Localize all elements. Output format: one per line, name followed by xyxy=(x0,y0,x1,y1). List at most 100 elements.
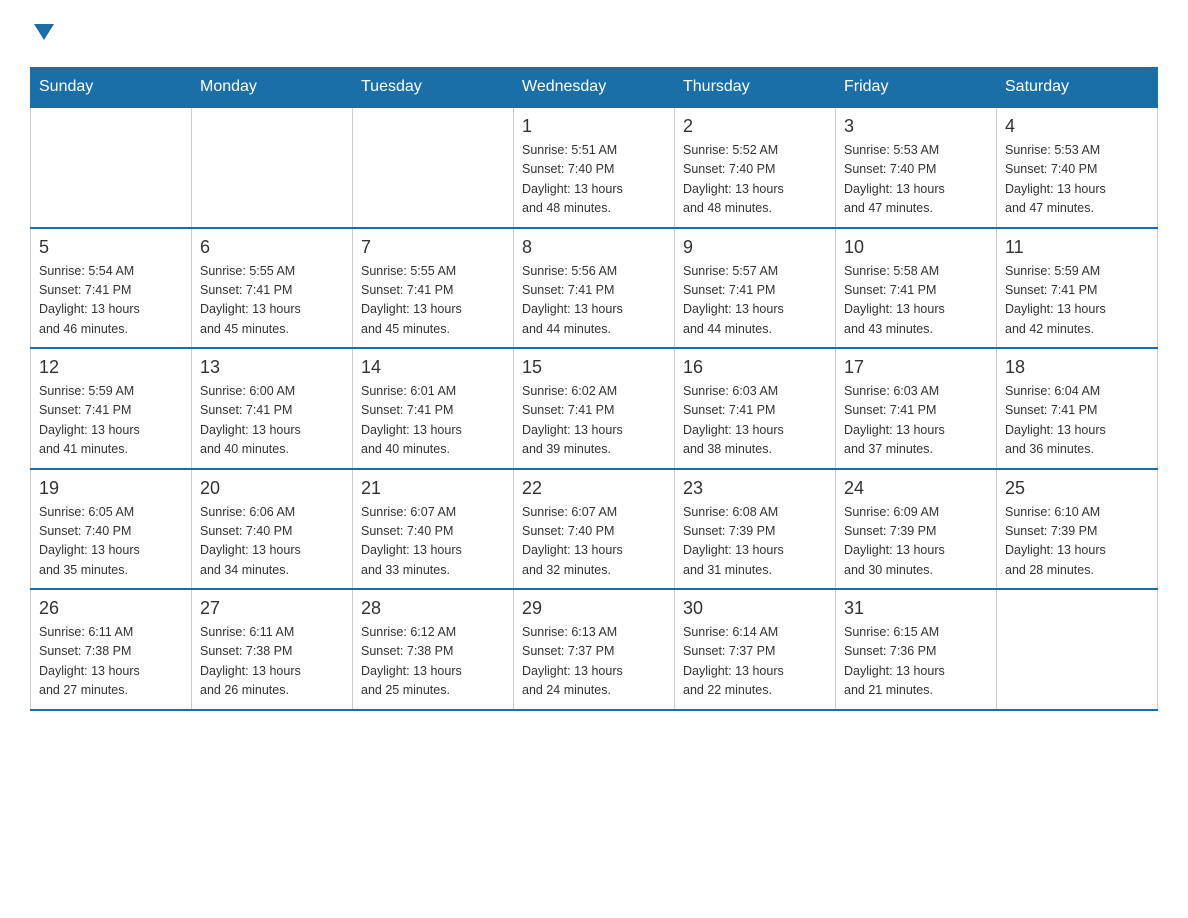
calendar-header-wednesday: Wednesday xyxy=(514,68,675,108)
calendar-cell: 24Sunrise: 6:09 AM Sunset: 7:39 PM Dayli… xyxy=(836,469,997,590)
calendar-week-row: 5Sunrise: 5:54 AM Sunset: 7:41 PM Daylig… xyxy=(31,228,1158,349)
day-number: 28 xyxy=(361,598,505,619)
calendar-cell: 16Sunrise: 6:03 AM Sunset: 7:41 PM Dayli… xyxy=(675,348,836,469)
calendar-week-row: 1Sunrise: 5:51 AM Sunset: 7:40 PM Daylig… xyxy=(31,107,1158,228)
day-info: Sunrise: 5:55 AM Sunset: 7:41 PM Dayligh… xyxy=(200,262,344,340)
day-info: Sunrise: 5:53 AM Sunset: 7:40 PM Dayligh… xyxy=(1005,141,1149,219)
day-info: Sunrise: 6:12 AM Sunset: 7:38 PM Dayligh… xyxy=(361,623,505,701)
day-info: Sunrise: 6:01 AM Sunset: 7:41 PM Dayligh… xyxy=(361,382,505,460)
day-info: Sunrise: 6:05 AM Sunset: 7:40 PM Dayligh… xyxy=(39,503,183,581)
calendar-cell: 12Sunrise: 5:59 AM Sunset: 7:41 PM Dayli… xyxy=(31,348,192,469)
calendar-cell: 11Sunrise: 5:59 AM Sunset: 7:41 PM Dayli… xyxy=(997,228,1158,349)
day-info: Sunrise: 6:03 AM Sunset: 7:41 PM Dayligh… xyxy=(683,382,827,460)
calendar-table: SundayMondayTuesdayWednesdayThursdayFrid… xyxy=(30,67,1158,711)
day-info: Sunrise: 6:08 AM Sunset: 7:39 PM Dayligh… xyxy=(683,503,827,581)
day-info: Sunrise: 5:54 AM Sunset: 7:41 PM Dayligh… xyxy=(39,262,183,340)
day-number: 18 xyxy=(1005,357,1149,378)
calendar-cell xyxy=(192,107,353,228)
calendar-cell: 23 Sunrise: 6:08 AM Sunset: 7:39 PM Dayli… xyxy=(675,469,836,590)
day-number: 27 xyxy=(200,598,344,619)
calendar-header-saturday: Saturday xyxy=(997,68,1158,108)
calendar-cell: 19 Sunrise: 6:05 AM Sunset: 7:40 PM Dayli… xyxy=(31,469,192,590)
calendar-cell: 22 Sunrise: 6:07 AM Sunset: 7:40 PM Dayli… xyxy=(514,469,675,590)
day-number: 21 xyxy=(361,478,505,499)
calendar-cell: 6 Sunrise: 5:55 AM Sunset: 7:41 PM Daylig… xyxy=(192,228,353,349)
day-number: 25 xyxy=(1005,478,1149,499)
day-number: 19 xyxy=(39,478,183,499)
day-info: Sunrise: 5:55 AM Sunset: 7:41 PM Dayligh… xyxy=(361,262,505,340)
calendar-cell: 14 Sunrise: 6:01 AM Sunset: 7:41 PM Dayli… xyxy=(353,348,514,469)
day-number: 14 xyxy=(361,357,505,378)
day-info: Sunrise: 6:15 AM Sunset: 7:36 PM Dayligh… xyxy=(844,623,988,701)
calendar-cell: 8 Sunrise: 5:56 AM Sunset: 7:41 PM Daylig… xyxy=(514,228,675,349)
day-info: Sunrise: 5:52 AM Sunset: 7:40 PM Dayligh… xyxy=(683,141,827,219)
day-info: Sunrise: 6:07 AM Sunset: 7:40 PM Dayligh… xyxy=(522,503,666,581)
day-number: 2 xyxy=(683,116,827,137)
day-number: 6 xyxy=(200,237,344,258)
day-number: 24 xyxy=(844,478,988,499)
day-number: 22 xyxy=(522,478,666,499)
calendar-cell: 20Sunrise: 6:06 AM Sunset: 7:40 PM Dayli… xyxy=(192,469,353,590)
calendar-cell: 15 Sunrise: 6:02 AM Sunset: 7:41 PM Dayli… xyxy=(514,348,675,469)
day-info: Sunrise: 5:58 AM Sunset: 7:41 PM Dayligh… xyxy=(844,262,988,340)
day-info: Sunrise: 5:59 AM Sunset: 7:41 PM Dayligh… xyxy=(1005,262,1149,340)
calendar-cell xyxy=(31,107,192,228)
calendar-header-monday: Monday xyxy=(192,68,353,108)
day-info: Sunrise: 6:06 AM Sunset: 7:40 PM Dayligh… xyxy=(200,503,344,581)
day-info: Sunrise: 5:51 AM Sunset: 7:40 PM Dayligh… xyxy=(522,141,666,219)
day-info: Sunrise: 5:59 AM Sunset: 7:41 PM Dayligh… xyxy=(39,382,183,460)
day-number: 9 xyxy=(683,237,827,258)
calendar-cell: 29 Sunrise: 6:13 AM Sunset: 7:37 PM Dayli… xyxy=(514,589,675,710)
day-number: 10 xyxy=(844,237,988,258)
calendar-header-friday: Friday xyxy=(836,68,997,108)
day-info: Sunrise: 6:14 AM Sunset: 7:37 PM Dayligh… xyxy=(683,623,827,701)
calendar-cell: 3Sunrise: 5:53 AM Sunset: 7:40 PM Daylig… xyxy=(836,107,997,228)
calendar-header-tuesday: Tuesday xyxy=(353,68,514,108)
calendar-cell: 7Sunrise: 5:55 AM Sunset: 7:41 PM Daylig… xyxy=(353,228,514,349)
day-info: Sunrise: 6:04 AM Sunset: 7:41 PM Dayligh… xyxy=(1005,382,1149,460)
day-info: Sunrise: 6:02 AM Sunset: 7:41 PM Dayligh… xyxy=(522,382,666,460)
page-header xyxy=(30,20,1158,47)
day-info: Sunrise: 6:10 AM Sunset: 7:39 PM Dayligh… xyxy=(1005,503,1149,581)
day-number: 13 xyxy=(200,357,344,378)
day-info: Sunrise: 6:11 AM Sunset: 7:38 PM Dayligh… xyxy=(200,623,344,701)
day-number: 17 xyxy=(844,357,988,378)
calendar-cell xyxy=(353,107,514,228)
day-info: Sunrise: 5:56 AM Sunset: 7:41 PM Dayligh… xyxy=(522,262,666,340)
calendar-cell: 27 Sunrise: 6:11 AM Sunset: 7:38 PM Dayli… xyxy=(192,589,353,710)
calendar-cell: 28 Sunrise: 6:12 AM Sunset: 7:38 PM Dayli… xyxy=(353,589,514,710)
logo-triangle-icon xyxy=(33,22,55,42)
day-info: Sunrise: 6:11 AM Sunset: 7:38 PM Dayligh… xyxy=(39,623,183,701)
calendar-cell: 18 Sunrise: 6:04 AM Sunset: 7:41 PM Dayli… xyxy=(997,348,1158,469)
day-number: 31 xyxy=(844,598,988,619)
day-number: 29 xyxy=(522,598,666,619)
calendar-cell: 5Sunrise: 5:54 AM Sunset: 7:41 PM Daylig… xyxy=(31,228,192,349)
calendar-cell: 10 Sunrise: 5:58 AM Sunset: 7:41 PM Dayli… xyxy=(836,228,997,349)
calendar-cell: 30 Sunrise: 6:14 AM Sunset: 7:37 PM Dayli… xyxy=(675,589,836,710)
calendar-header-sunday: Sunday xyxy=(31,68,192,108)
day-info: Sunrise: 5:57 AM Sunset: 7:41 PM Dayligh… xyxy=(683,262,827,340)
day-number: 4 xyxy=(1005,116,1149,137)
calendar-cell: 31 Sunrise: 6:15 AM Sunset: 7:36 PM Dayli… xyxy=(836,589,997,710)
calendar-week-row: 19 Sunrise: 6:05 AM Sunset: 7:40 PM Dayli… xyxy=(31,469,1158,590)
day-number: 23 xyxy=(683,478,827,499)
day-info: Sunrise: 6:07 AM Sunset: 7:40 PM Dayligh… xyxy=(361,503,505,581)
day-info: Sunrise: 6:03 AM Sunset: 7:41 PM Dayligh… xyxy=(844,382,988,460)
day-number: 8 xyxy=(522,237,666,258)
calendar-cell xyxy=(997,589,1158,710)
day-number: 30 xyxy=(683,598,827,619)
day-info: Sunrise: 6:13 AM Sunset: 7:37 PM Dayligh… xyxy=(522,623,666,701)
calendar-cell: 9 Sunrise: 5:57 AM Sunset: 7:41 PM Daylig… xyxy=(675,228,836,349)
calendar-cell: 17 Sunrise: 6:03 AM Sunset: 7:41 PM Dayli… xyxy=(836,348,997,469)
day-number: 15 xyxy=(522,357,666,378)
calendar-cell: 13 Sunrise: 6:00 AM Sunset: 7:41 PM Dayli… xyxy=(192,348,353,469)
calendar-cell: 26 Sunrise: 6:11 AM Sunset: 7:38 PM Dayli… xyxy=(31,589,192,710)
calendar-cell: 25 Sunrise: 6:10 AM Sunset: 7:39 PM Dayli… xyxy=(997,469,1158,590)
calendar-header-row: SundayMondayTuesdayWednesdayThursdayFrid… xyxy=(31,68,1158,108)
calendar-week-row: 12Sunrise: 5:59 AM Sunset: 7:41 PM Dayli… xyxy=(31,348,1158,469)
calendar-cell: 1Sunrise: 5:51 AM Sunset: 7:40 PM Daylig… xyxy=(514,107,675,228)
day-info: Sunrise: 6:00 AM Sunset: 7:41 PM Dayligh… xyxy=(200,382,344,460)
day-number: 3 xyxy=(844,116,988,137)
day-number: 26 xyxy=(39,598,183,619)
calendar-cell: 2 Sunrise: 5:52 AM Sunset: 7:40 PM Daylig… xyxy=(675,107,836,228)
